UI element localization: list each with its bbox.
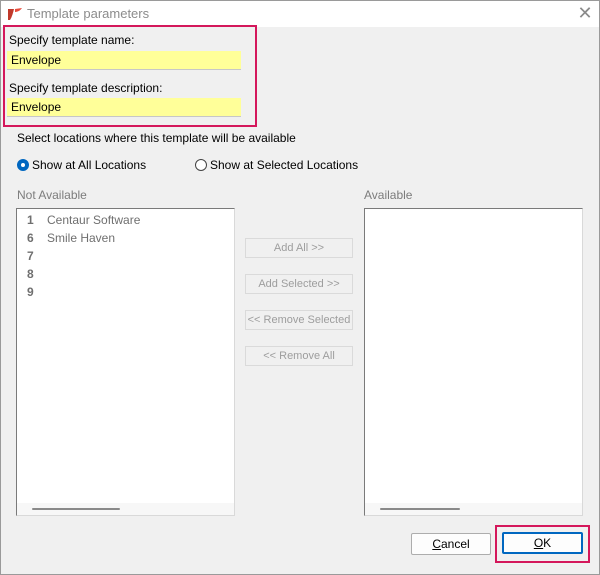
locations-heading: Select locations where this template wil… (17, 131, 296, 145)
cancel-label: ancel (440, 537, 470, 551)
radio-selected-icon (17, 159, 29, 171)
list-item[interactable]: 1 Centaur Software (23, 213, 140, 231)
available-hscrollbar[interactable] (365, 503, 582, 515)
radio-selected-locations-label: Show at Selected Locations (210, 158, 359, 172)
not-available-header: Not Available (17, 188, 87, 202)
cancel-button[interactable]: Cancel (411, 533, 491, 555)
list-item[interactable]: 7 (23, 249, 140, 267)
radio-all-locations-label: Show at All Locations (32, 158, 147, 172)
app-logo-icon (8, 8, 22, 20)
ok-label: K (543, 536, 552, 550)
radio-all-locations[interactable]: Show at All Locations (17, 158, 146, 172)
list-item[interactable]: 6 Smile Haven (23, 231, 140, 249)
list-item[interactable]: 8 (23, 267, 140, 285)
cancel-accelerator: C (432, 537, 441, 551)
radio-selected-locations[interactable]: Show at Selected Locations (195, 158, 358, 172)
available-list[interactable] (364, 208, 583, 516)
template-description-label: Specify template description: (9, 81, 163, 95)
ok-accelerator: O (533, 536, 544, 550)
title-bar: Template parameters ✕ (1, 1, 599, 27)
remove-selected-button[interactable]: << Remove Selected (245, 310, 353, 330)
scroll-thumb[interactable] (32, 508, 120, 510)
not-available-list[interactable]: 1 Centaur Software 6 Smile Haven 7 8 9 (16, 208, 235, 516)
remove-all-button[interactable]: << Remove All (245, 346, 353, 366)
list-item[interactable]: 9 (23, 285, 140, 303)
not-available-hscrollbar[interactable] (17, 503, 234, 515)
template-name-label: Specify template name: (9, 33, 135, 47)
template-description-input[interactable] (7, 98, 241, 117)
available-header: Available (364, 188, 413, 202)
add-selected-button[interactable]: Add Selected >> (245, 274, 353, 294)
ok-button[interactable]: OK (502, 532, 583, 554)
add-all-button[interactable]: Add All >> (245, 238, 353, 258)
template-parameters-dialog: Template parameters ✕ Specify template n… (0, 0, 600, 575)
scroll-thumb[interactable] (380, 508, 460, 510)
template-name-input[interactable] (7, 51, 241, 70)
close-icon[interactable]: ✕ (574, 3, 596, 23)
window-title: Template parameters (27, 6, 150, 21)
radio-unselected-icon (195, 159, 207, 171)
